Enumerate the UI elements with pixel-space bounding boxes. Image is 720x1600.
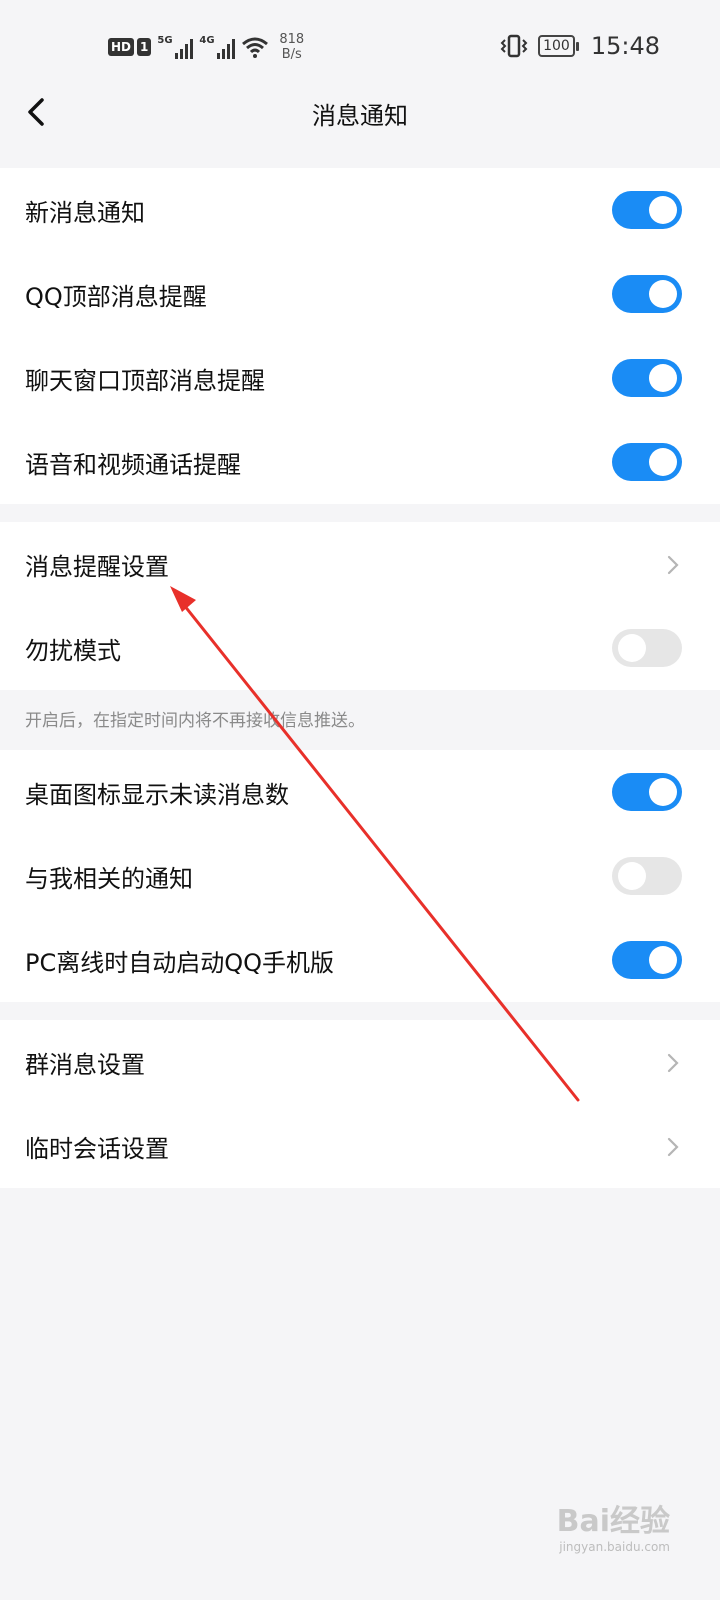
- row-pc-offline-autostart[interactable]: PC离线时自动启动QQ手机版: [0, 918, 720, 1002]
- status-right: 100 15:48: [500, 32, 660, 60]
- settings-group-misc: 桌面图标显示未读消息数 与我相关的通知 PC离线时自动启动QQ手机版: [0, 750, 720, 1002]
- toggle-switch[interactable]: [612, 359, 682, 397]
- chevron-right-icon: [667, 555, 679, 575]
- toggle-switch[interactable]: [612, 443, 682, 481]
- chevron-right-icon: [667, 1053, 679, 1073]
- battery-level: 100: [543, 38, 570, 54]
- network-speed: 818 B/s: [279, 32, 304, 62]
- settings-group-notifications: 新消息通知 QQ顶部消息提醒 聊天窗口顶部消息提醒 语音和视频通话提醒: [0, 168, 720, 504]
- net-type-4g: 4G: [199, 35, 215, 46]
- hd-badges: HD 1: [108, 38, 152, 56]
- toggle-switch[interactable]: [612, 941, 682, 979]
- row-label: 语音和视频通话提醒: [25, 450, 241, 479]
- row-do-not-disturb[interactable]: 勿扰模式: [0, 606, 720, 690]
- hd-badge: HD: [108, 38, 135, 56]
- chevron-right-icon: [667, 1137, 679, 1157]
- row-label: 聊天窗口顶部消息提醒: [25, 366, 265, 395]
- settings-group-reminder: 消息提醒设置 勿扰模式: [0, 522, 720, 690]
- row-related-notify[interactable]: 与我相关的通知: [0, 834, 720, 918]
- dnd-hint-text: 开启后，在指定时间内将不再接收信息推送。: [25, 711, 365, 731]
- row-chat-top-reminder[interactable]: 聊天窗口顶部消息提醒: [0, 336, 720, 420]
- vibrate-icon: [500, 34, 528, 58]
- toggle-switch[interactable]: [612, 857, 682, 895]
- row-new-message-notify[interactable]: 新消息通知: [0, 168, 720, 252]
- signal-5g-icon: 5G: [157, 35, 194, 59]
- battery-icon: 100: [538, 35, 579, 57]
- row-reminder-settings[interactable]: 消息提醒设置: [0, 522, 720, 606]
- speed-unit: B/s: [281, 47, 302, 62]
- row-label: PC离线时自动启动QQ手机版: [25, 948, 335, 977]
- toggle-switch[interactable]: [612, 773, 682, 811]
- toggle-switch[interactable]: [612, 275, 682, 313]
- row-qq-top-reminder[interactable]: QQ顶部消息提醒: [0, 252, 720, 336]
- row-group-message-settings[interactable]: 群消息设置: [0, 1020, 720, 1104]
- row-label: QQ顶部消息提醒: [25, 282, 207, 311]
- row-unread-badge[interactable]: 桌面图标显示未读消息数: [0, 750, 720, 834]
- row-label: 临时会话设置: [25, 1134, 169, 1163]
- row-label: 群消息设置: [25, 1050, 145, 1079]
- nav-bar: 消息通知: [0, 74, 720, 150]
- sim-badge: 1: [137, 38, 152, 56]
- net-type-5g: 5G: [157, 35, 173, 46]
- settings-group-sessions: 群消息设置 临时会话设置: [0, 1020, 720, 1188]
- status-left: HD 1 5G 4G 818 B/s: [108, 30, 304, 64]
- watermark-sub: jingyan.baidu.com: [559, 1540, 670, 1554]
- clock: 15:48: [590, 32, 660, 60]
- toggle-switch[interactable]: [612, 191, 682, 229]
- row-label: 桌面图标显示未读消息数: [25, 780, 289, 809]
- row-temp-chat-settings[interactable]: 临时会话设置: [0, 1104, 720, 1188]
- toggle-switch[interactable]: [612, 629, 682, 667]
- watermark-brand: Bai经验: [556, 1504, 670, 1539]
- row-call-reminder[interactable]: 语音和视频通话提醒: [0, 420, 720, 504]
- page-title: 消息通知: [312, 102, 408, 130]
- speed-value: 818: [279, 32, 305, 47]
- wifi-icon: [242, 37, 269, 58]
- row-label: 与我相关的通知: [25, 864, 193, 893]
- row-label: 消息提醒设置: [25, 552, 169, 581]
- signal-4g-icon: 4G: [199, 35, 236, 59]
- row-label: 勿扰模式: [25, 636, 121, 665]
- baidu-watermark: Bai经验 jingyan.baidu.com: [557, 1496, 670, 1554]
- row-label: 新消息通知: [25, 198, 145, 227]
